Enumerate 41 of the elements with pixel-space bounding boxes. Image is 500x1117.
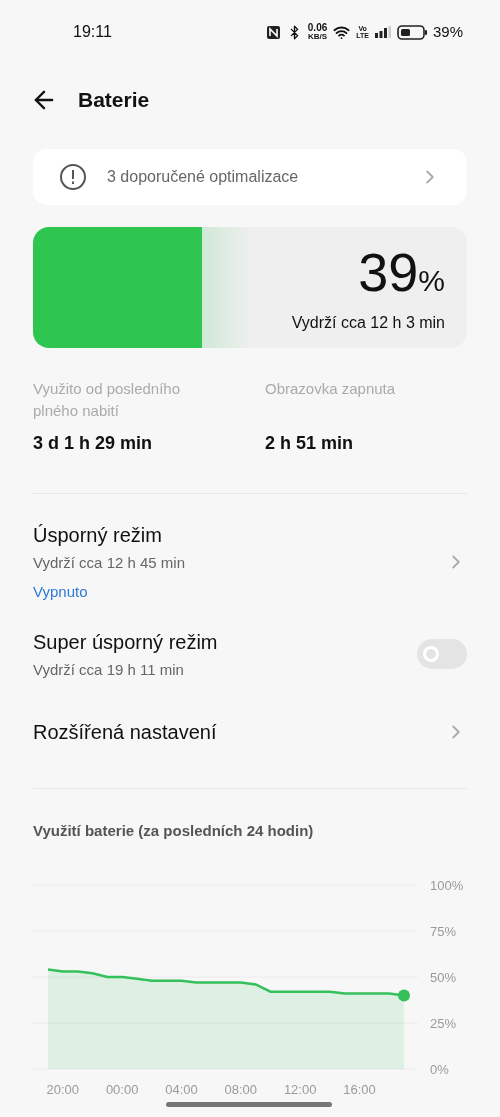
setting-subtitle: Vydrží cca 12 h 45 min <box>33 553 185 573</box>
x-tick-label: 08:00 <box>224 1081 258 1097</box>
data-rate: 0.06 <box>307 23 328 33</box>
battery-percent-value: 39 <box>358 245 419 299</box>
y-tick-label: 100% <box>430 877 464 893</box>
toggle-switch[interactable] <box>417 639 467 670</box>
battery-icon <box>396 24 427 40</box>
home-indicator[interactable] <box>166 1102 332 1107</box>
stat-value: 2 h 51 min <box>265 432 355 455</box>
y-tick-label: 25% <box>430 1015 457 1031</box>
nfc-icon <box>265 24 281 40</box>
stat-label: Obrazovka zapnuta <box>265 379 397 399</box>
x-tick-label: 16:00 <box>343 1081 376 1097</box>
y-tick-label: 0% <box>430 1061 449 1077</box>
stat-label: Využito od posledního plného nabití <box>33 379 182 421</box>
battery-estimate: Vydrží cca 12 h 3 min <box>291 313 445 333</box>
y-tick-label: 75% <box>430 923 457 939</box>
x-tick-label: 12:00 <box>283 1081 317 1097</box>
alert-icon <box>59 163 87 191</box>
chart-title: Využití baterie (za posledních 24 hodin) <box>33 821 314 839</box>
x-tick-label: 04:00 <box>165 1081 198 1097</box>
settings-item[interactable]: Úsporný režim Vydrží cca 12 h 45 min Vypnuto <box>0 508 500 615</box>
stat-value: 3 d 1 h 29 min <box>33 432 154 455</box>
x-tick-label: 00:00 <box>105 1081 139 1097</box>
recommendation-card[interactable]: 3 doporučené optimalizace <box>33 149 467 205</box>
data-unit: KB/S <box>307 33 328 41</box>
setting-title: Úsporný režim <box>33 523 163 548</box>
setting-title: Super úsporný režim <box>33 630 218 655</box>
battery-percent: 39% <box>432 21 463 42</box>
page-title: Baterie <box>78 87 150 114</box>
x-tick-label: 20:00 <box>46 1081 80 1097</box>
settings-item[interactable]: Rozšířená nastavení <box>0 693 500 770</box>
y-tick-label: 50% <box>430 969 457 985</box>
status-time: 19:11 <box>73 22 112 42</box>
setting-subtitle: Vydrží cca 19 h 11 min <box>33 660 185 680</box>
setting-status: Vypnuto <box>33 581 89 602</box>
signal-icon <box>374 26 391 38</box>
setting-title: Rozšířená nastavení <box>33 719 217 745</box>
percent-sign: % <box>418 266 445 296</box>
current-point <box>398 988 410 1001</box>
settings-item[interactable]: Super úsporný režim Vydrží cca 19 h 11 min <box>0 615 500 694</box>
